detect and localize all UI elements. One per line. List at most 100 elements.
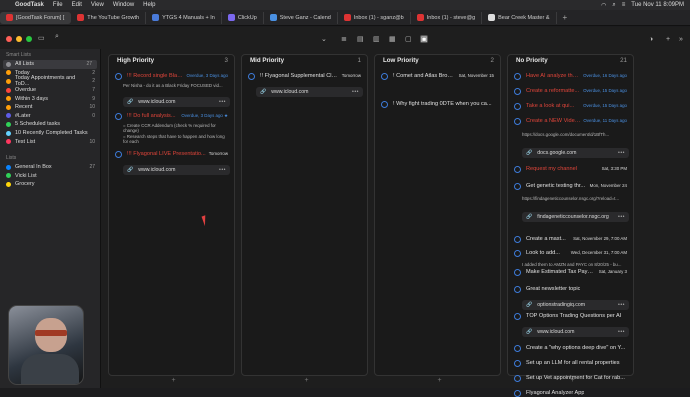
task-title[interactable]: Flyagonal Analyzer App — [526, 390, 584, 396]
sidebar-item[interactable]: General In Box 27 — [0, 163, 100, 172]
task-checkbox[interactable] — [514, 375, 521, 382]
task-checkbox[interactable] — [514, 183, 521, 190]
task-title[interactable]: Set up an LLM for all rental properties — [526, 360, 620, 366]
menu-help[interactable]: Help — [143, 2, 155, 8]
task-link[interactable]: 🔗 www.icloud.com ••• — [522, 327, 629, 337]
task-title[interactable]: Create a NEW Video -... — [526, 118, 580, 124]
sidebar-item[interactable]: All Lists 27 — [3, 60, 97, 69]
menu-edit[interactable]: Edit — [72, 2, 82, 8]
task-title[interactable]: Look to add... — [526, 250, 560, 256]
link-more-icon[interactable]: ••• — [219, 167, 226, 173]
task-title[interactable]: !!! Do full analysis... — [127, 113, 176, 119]
task-checkbox[interactable] — [514, 118, 521, 125]
view-menu-icon[interactable]: ⌄ — [321, 35, 327, 43]
task-checkbox[interactable] — [514, 390, 521, 397]
link-more-icon[interactable]: ••• — [618, 329, 625, 335]
task-checkbox[interactable] — [514, 250, 521, 257]
task-checkbox[interactable] — [514, 73, 521, 80]
task-checkbox[interactable] — [514, 166, 521, 173]
sidebar-item[interactable]: Today Appointments and ToD... 2 — [0, 75, 100, 87]
browser-tab[interactable]: Bear Creek Master & — [482, 11, 557, 24]
add-column-task-icon[interactable]: + — [438, 377, 442, 384]
task-checkbox[interactable] — [248, 73, 255, 80]
task-title[interactable]: Great newsletter topic — [526, 286, 580, 292]
add-column-task-icon[interactable]: + — [305, 377, 309, 384]
day-view-icon[interactable]: ▢ — [405, 35, 412, 43]
task-title[interactable]: !!! Record single Blac... — [127, 73, 184, 79]
menu-file[interactable]: File — [53, 2, 63, 8]
task-checkbox[interactable] — [381, 73, 388, 80]
task-checkbox[interactable] — [514, 269, 521, 276]
task-title[interactable]: Make Estimated Tax Paym... — [526, 269, 596, 275]
more-icon[interactable]: » — [679, 36, 683, 43]
month-view-icon[interactable]: ▦ — [389, 35, 396, 43]
task-title[interactable]: ! Comet and Atlas Brow... — [393, 73, 456, 79]
zoom-window-button[interactable] — [26, 36, 32, 42]
wifi-icon[interactable]: ◠ — [601, 2, 606, 9]
sidebar-item[interactable]: Test List 10 — [0, 137, 100, 146]
task-title[interactable]: TOP Options Trading Questions per AI — [526, 313, 621, 319]
link-more-icon[interactable]: ••• — [219, 99, 226, 105]
task-title[interactable]: Request my channel — [526, 166, 577, 172]
task-checkbox[interactable] — [514, 286, 521, 293]
sidebar-item[interactable]: Within 3 days 9 — [0, 94, 100, 103]
task-link[interactable]: 🔗 optionstradingiq.com ••• — [522, 300, 629, 310]
add-task-icon[interactable]: + — [666, 36, 670, 43]
task-checkbox[interactable] — [514, 345, 521, 352]
search-icon[interactable]: ⌕ — [55, 33, 59, 41]
sidebar-toggle-icon[interactable]: ▭ — [38, 34, 45, 42]
task-checkbox[interactable] — [115, 73, 122, 80]
browser-tab[interactable]: Inbox (1) - steve@g — [411, 11, 483, 24]
sidebar-item[interactable]: 5 Scheduled tasks — [0, 120, 100, 129]
task-checkbox[interactable] — [514, 360, 521, 367]
add-column-task-icon[interactable]: + — [172, 377, 176, 384]
task-title[interactable]: Have AI analyze the... — [526, 73, 580, 79]
sidebar-item[interactable]: Recent 10 — [0, 103, 100, 112]
task-checkbox[interactable] — [514, 103, 521, 110]
list-view-icon[interactable]: ≣ — [341, 35, 347, 43]
task-link[interactable]: 🔗 www.icloud.com ••• — [123, 97, 230, 107]
task-title[interactable]: Set up Vet appointment for Cat for rab..… — [526, 375, 625, 381]
search-icon[interactable]: ⌕ — [612, 2, 615, 9]
menu-window[interactable]: Window — [113, 2, 134, 8]
task-link[interactable]: 🔗 findageneticcounselor.nsgc.org ••• — [522, 212, 629, 222]
menu-view[interactable]: View — [91, 2, 104, 8]
link-more-icon[interactable]: ••• — [352, 89, 359, 95]
control-center-icon[interactable]: ≡ — [622, 2, 626, 8]
task-checkbox[interactable] — [514, 313, 521, 320]
board-view-icon[interactable]: ▣ — [420, 35, 428, 43]
sidebar-item[interactable]: 10 Recently Completed Tasks — [0, 129, 100, 138]
task-title[interactable]: Create a "why options deep dive" on Y... — [526, 345, 625, 351]
link-more-icon[interactable]: ••• — [618, 214, 625, 220]
week-view-icon[interactable]: ▥ — [373, 35, 380, 43]
browser-tab[interactable]: Steve Ganz - Calend — [264, 11, 338, 24]
browser-tab[interactable]: The YouTube Growth — [71, 11, 147, 24]
sidebar-item[interactable]: #Later 0 — [0, 112, 100, 121]
task-title[interactable]: Create a reformatte... — [526, 88, 579, 94]
sidebar-item[interactable]: Grocery — [0, 180, 100, 189]
task-checkbox[interactable] — [115, 113, 122, 120]
task-title[interactable]: Take a look at qui... — [526, 103, 574, 109]
sidebar-item[interactable]: Vicki List — [0, 172, 100, 181]
task-title[interactable]: !! Flyagonal Supplemental Cla... — [260, 73, 339, 79]
task-checkbox[interactable] — [514, 88, 521, 95]
new-tab-icon[interactable]: + — [557, 13, 574, 22]
minimize-window-button[interactable] — [16, 36, 22, 42]
filter-icon[interactable]: ◑ — [649, 36, 653, 43]
menu-app-name[interactable]: GoodTask — [15, 2, 44, 8]
link-more-icon[interactable]: ••• — [618, 302, 625, 308]
task-link[interactable]: 🔗 www.icloud.com ••• — [123, 165, 230, 175]
link-more-icon[interactable]: ••• — [618, 150, 625, 156]
task-link[interactable]: 🔗 www.icloud.com ••• — [256, 87, 363, 97]
close-window-button[interactable] — [6, 36, 12, 42]
browser-tab[interactable]: [GoodTask Forum] [ — [0, 11, 72, 24]
browser-tab[interactable]: ClickUp — [222, 11, 264, 24]
compact-view-icon[interactable]: ▤ — [357, 35, 364, 43]
task-title[interactable]: Get genetic testing thr... — [526, 183, 585, 189]
menu-clock[interactable]: Tue Nov 11 8:09PM — [631, 2, 684, 8]
task-checkbox[interactable] — [514, 236, 521, 243]
task-title[interactable]: !!! Flyagonal LIVE Presentatio... — [127, 151, 206, 157]
task-checkbox[interactable] — [115, 151, 122, 158]
task-link[interactable]: 🔗 docs.google.com ••• — [522, 148, 629, 158]
browser-tab[interactable]: YTGS 4 Manuals + In — [146, 11, 222, 24]
